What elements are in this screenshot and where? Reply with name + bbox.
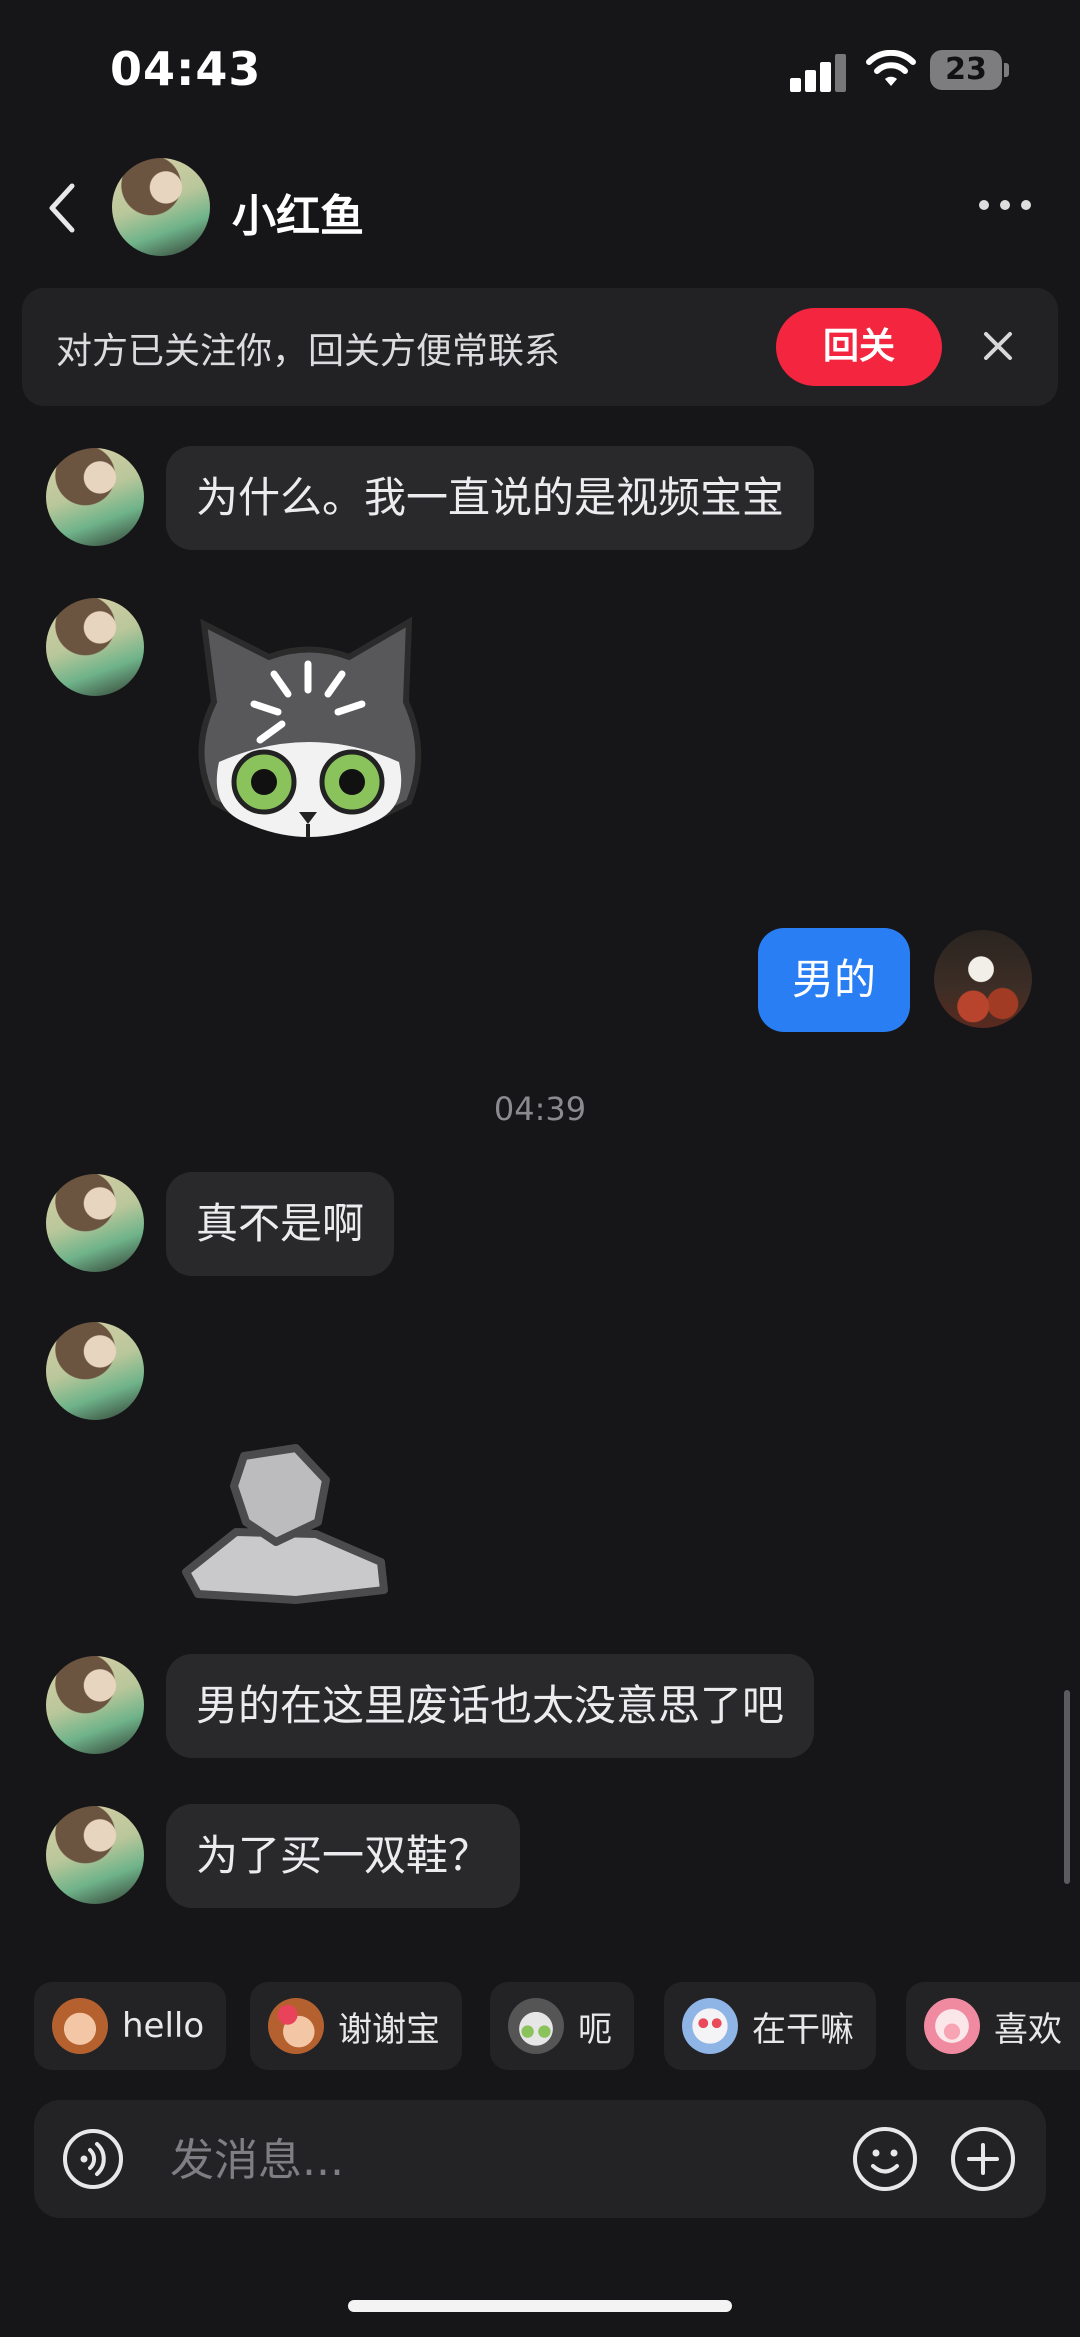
rock-sticker[interactable] (176, 1442, 396, 1604)
close-icon[interactable] (980, 328, 1016, 364)
message-timestamp: 04:39 (493, 1090, 587, 1128)
contact-name[interactable]: 小红鱼 (232, 180, 364, 244)
quick-reply-hello[interactable]: hello (34, 1982, 227, 2070)
cellular-signal-icon (790, 52, 846, 92)
ghost-emoji-icon (682, 1998, 738, 2054)
emoji-icon[interactable] (852, 2126, 918, 2192)
my-avatar[interactable] (934, 930, 1032, 1028)
quick-reply-label: 呃 (578, 2009, 612, 2050)
contact-avatar[interactable] (112, 158, 210, 256)
follow-back-button[interactable]: 回关 (776, 308, 942, 386)
scrollbar[interactable] (1064, 1690, 1070, 1884)
shocked-cat-sticker[interactable] (184, 612, 434, 862)
message-input-bar (34, 2100, 1046, 2220)
sender-avatar[interactable] (46, 1806, 144, 1904)
quick-reply-like[interactable]: 喜欢 (906, 1982, 1080, 2070)
quick-reply-uh[interactable]: 呃 (490, 1982, 634, 2070)
status-time: 04:43 (110, 42, 262, 96)
quick-reply-label: 谢谢宝 (338, 2009, 440, 2050)
more-icon[interactable] (975, 196, 1035, 216)
plus-icon[interactable] (950, 2126, 1016, 2192)
pig-emoji-icon (924, 1998, 980, 2054)
chevron-left-icon[interactable] (40, 178, 84, 238)
quick-reply-whatcha-doing[interactable]: 在干嘛 (664, 1982, 876, 2070)
voice-icon[interactable] (62, 2128, 124, 2190)
home-indicator[interactable] (348, 2300, 732, 2312)
follow-back-banner: 对方已关注你，回关方便常联系 回关 (22, 288, 1058, 406)
quick-reply-label: hello (122, 2006, 205, 2046)
my-message-bubble[interactable]: 男的 (758, 928, 911, 1032)
sender-avatar[interactable] (46, 1656, 144, 1754)
message-bubble[interactable]: 真不是啊 (166, 1172, 395, 1276)
sender-avatar[interactable] (46, 598, 144, 696)
wifi-icon (866, 50, 916, 86)
sender-avatar[interactable] (46, 448, 144, 546)
message-input[interactable] (168, 2100, 852, 2220)
banner-text: 对方已关注你，回关方便常联系 (56, 331, 561, 372)
message-bubble[interactable]: 男的在这里废话也太没意思了吧 (166, 1654, 815, 1758)
quick-reply-label: 在干嘛 (752, 2009, 854, 2050)
monkey-emoji-icon (52, 1998, 108, 2054)
quick-reply-thanks[interactable]: 谢谢宝 (250, 1982, 462, 2070)
sender-avatar[interactable] (46, 1322, 144, 1420)
battery-indicator: 23 (930, 50, 1002, 90)
monkey-flower-emoji-icon (268, 1998, 324, 2054)
sender-avatar[interactable] (46, 1174, 144, 1272)
battery-tip (1004, 63, 1009, 77)
message-bubble[interactable]: 为什么。我一直说的是视频宝宝 (166, 446, 815, 550)
message-bubble[interactable]: 为了买一双鞋？ (166, 1804, 521, 1908)
quick-reply-label: 喜欢 (994, 2009, 1062, 2050)
cat-emoji-icon (508, 1998, 564, 2054)
